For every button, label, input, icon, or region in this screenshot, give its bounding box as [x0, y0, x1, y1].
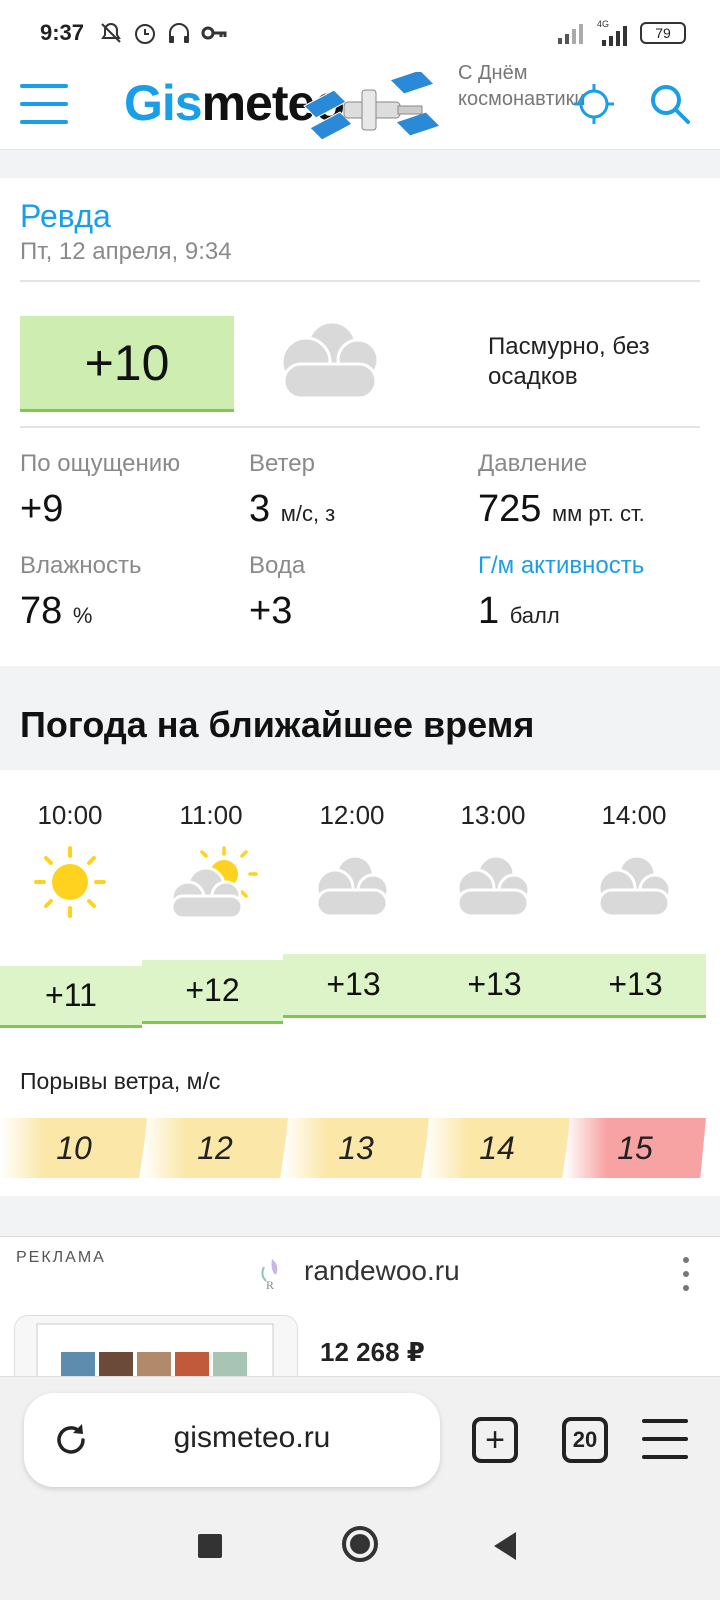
menu-bar-icon — [20, 84, 68, 88]
url-text: gismeteo.ru — [173, 1421, 331, 1454]
pressure-value: 725 — [478, 488, 542, 530]
cloudy-icon — [597, 854, 672, 918]
hour-temperature: +13 — [424, 954, 565, 1018]
ad-label: РЕКЛАМА — [16, 1249, 106, 1266]
menu-bar-icon — [642, 1419, 688, 1423]
home-icon[interactable] — [342, 1526, 378, 1562]
water-temp: Вода +3 — [249, 552, 305, 633]
space-station-icon — [303, 72, 441, 141]
forecast-title: Погода на ближайшее время — [20, 704, 535, 745]
cloudy-icon — [280, 320, 380, 400]
wind: Ветер 3 м/с, з — [249, 450, 335, 531]
recents-icon[interactable] — [198, 1534, 222, 1558]
back-icon[interactable] — [494, 1532, 516, 1560]
tabs-button[interactable]: 20 — [562, 1417, 608, 1463]
menu-bar-icon — [20, 102, 68, 106]
geomagnetic-link[interactable]: Г/м активность — [478, 552, 644, 580]
site-header: Gismeteo С Днём космонавтики — [0, 62, 720, 150]
wind-gust-value: 14 — [423, 1118, 571, 1178]
alarm-icon — [135, 24, 156, 44]
headphones-icon — [169, 23, 190, 43]
city-name[interactable]: Ревда — [20, 198, 111, 235]
hour-temperature: +13 — [565, 954, 706, 1018]
hour-label: 14:00 — [601, 800, 667, 830]
new-tab-button[interactable]: + — [472, 1417, 518, 1463]
hour-temperature: +11 — [0, 966, 142, 1028]
humidity-value: 78 — [20, 590, 63, 632]
weather-condition: Пасмурно, без осадков — [488, 333, 650, 390]
svg-text:4G: 4G — [597, 19, 609, 29]
system-navigation-bar — [0, 1504, 720, 1600]
locate-icon[interactable] — [572, 82, 616, 126]
hour-temperature: +12 — [142, 960, 283, 1024]
pressure-unit: мм рт. ст. — [551, 501, 645, 526]
cloudy-icon — [456, 854, 531, 918]
current-date: Пт, 12 апреля, 9:34 — [20, 238, 232, 265]
ad-price: 12 268 ₽ — [320, 1337, 425, 1367]
menu-bar-icon — [20, 120, 68, 124]
browser-menu-button[interactable] — [642, 1419, 688, 1459]
search-icon[interactable] — [646, 80, 694, 128]
humidity-label: Влажность — [20, 552, 142, 579]
wind-unit: м/с, з — [280, 501, 336, 526]
wind-label: Ветер — [249, 450, 315, 477]
svg-text:R: R — [266, 1278, 274, 1291]
signal-icon — [558, 24, 583, 44]
current-weather-card: Ревда Пт, 12 апреля, 9:34 +10 Пасмурно, … — [0, 178, 720, 666]
signal-4g-icon: 4G — [597, 19, 627, 46]
hour-label: 11:00 — [179, 800, 243, 830]
hour-label: 12:00 — [319, 800, 385, 830]
divider — [20, 426, 700, 428]
ad-block[interactable]: РЕКЛАМА R randewoo.ru 12 268 ₽ — [0, 1236, 720, 1376]
wind-gust-value: 10 — [0, 1118, 148, 1178]
humidity-unit: % — [72, 603, 93, 628]
wind-gust-value: 12 — [141, 1118, 289, 1178]
wind-gust-value: 13 — [282, 1118, 430, 1178]
feels-like: По ощущению +9 — [20, 450, 180, 531]
sun-icon — [34, 846, 106, 918]
status-right: 4G 79 — [556, 18, 686, 48]
browser-toolbar: gismeteo.ru + 20 — [0, 1376, 720, 1504]
cloudy-icon — [315, 854, 390, 918]
water-label: Вода — [249, 552, 306, 579]
menu-button[interactable] — [20, 84, 68, 124]
humidity: Влажность 78 % — [20, 552, 142, 633]
mute-notifications-icon — [101, 22, 121, 43]
photo-frame-icon — [36, 1323, 274, 1376]
status-bar: 9:37 4G 79 — [0, 0, 720, 66]
hourly-forecast-card: 10:00 11:00 12:00 13:00 14:00 +11 +12 +1… — [0, 770, 720, 1196]
current-temperature: +10 — [20, 316, 234, 412]
status-time: 9:37 — [40, 20, 85, 45]
geomagnetic-unit: балл — [509, 603, 560, 628]
geomagnetic-value: 1 — [478, 590, 500, 632]
hour-temperature: +13 — [283, 954, 424, 1018]
hour-label: 10:00 — [37, 800, 103, 830]
ad-site-link[interactable]: randewoo.ru — [304, 1255, 460, 1287]
battery-indicator: 79 — [640, 22, 686, 44]
geomagnetic-activity: Г/м активность 1 балл — [478, 552, 644, 633]
partly-cloudy-icon — [170, 846, 258, 920]
menu-bar-icon — [642, 1455, 688, 1459]
pressure: Давление 725 мм рт. ст. — [478, 450, 645, 531]
ad-product-image[interactable] — [14, 1315, 298, 1376]
ad-more-icon[interactable] — [680, 1257, 692, 1291]
menu-bar-icon — [642, 1437, 688, 1441]
wind-gust-label: Порывы ветра, м/с — [20, 1068, 221, 1094]
wind-value: 3 — [249, 488, 271, 530]
randewoo-logo-icon: R — [261, 1259, 278, 1291]
divider — [20, 280, 700, 282]
address-bar[interactable]: gismeteo.ru — [24, 1393, 440, 1487]
hour-label: 13:00 — [460, 800, 526, 830]
pressure-label: Давление — [478, 450, 588, 477]
holiday-banner[interactable]: С Днём космонавтики — [458, 60, 586, 112]
feels-like-label: По ощущению — [20, 450, 181, 477]
wind-gust-value: 15 — [564, 1118, 706, 1178]
key-icon — [201, 26, 227, 40]
status-icons — [98, 20, 228, 46]
feels-like-value: +9 — [20, 488, 64, 530]
water-value: +3 — [249, 590, 293, 632]
